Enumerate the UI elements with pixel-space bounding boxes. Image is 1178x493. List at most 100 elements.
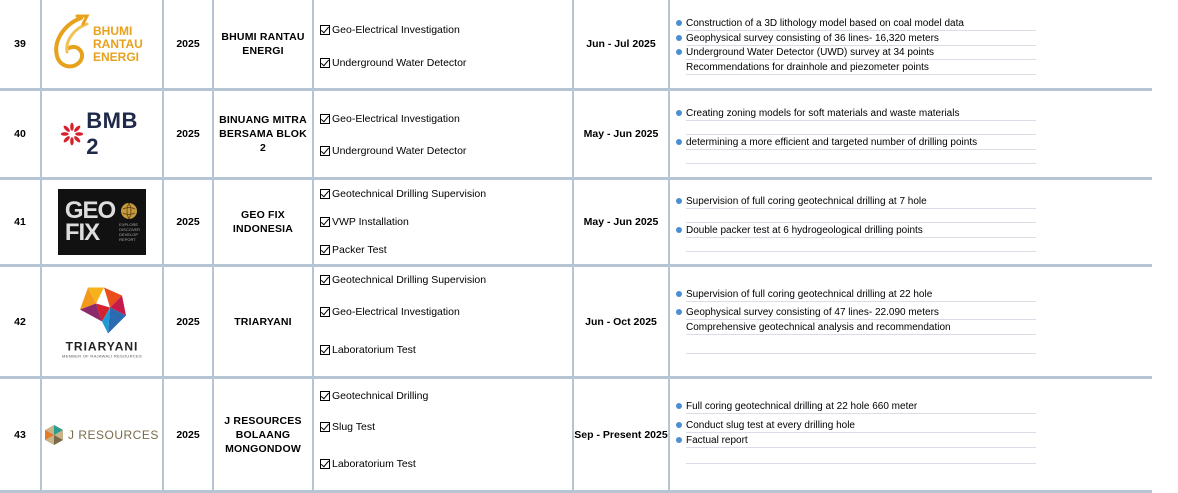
scope-label: VWP Installation: [332, 216, 409, 228]
scope-item: Laboratorium Test: [320, 456, 416, 472]
description-item: [686, 449, 1036, 464]
description-list: Supervision of full coring geotechnical …: [670, 180, 1152, 264]
checkbox-icon: [320, 459, 330, 469]
table-row: 39 BHUMI RANTAU ENERGI 2025 BHUMI RANTAU…: [0, 0, 1152, 91]
scope-item: Geo-Electrical Investigation: [320, 111, 460, 127]
scope-item: Slug Test: [320, 419, 375, 435]
checkbox-icon: [320, 307, 330, 317]
bullet-icon: [676, 20, 682, 26]
scope-item: Laboratorium Test: [320, 342, 416, 358]
table-row: 40 BMB 2 2025 BINUANG MITRA BERSAMA BLOK…: [0, 91, 1152, 180]
scope-label: Underground Water Detector: [332, 57, 467, 69]
bullet-icon: [676, 49, 682, 55]
description-list: Creating zoning models for soft material…: [670, 91, 1152, 177]
description-item: Construction of a 3D lithology model bas…: [676, 16, 1036, 31]
bullet-icon: [676, 198, 682, 204]
scope-item: Geo-Electrical Investigation: [320, 22, 460, 38]
bullet-icon: [676, 139, 682, 145]
checkbox-icon: [320, 146, 330, 156]
description-item: Factual report: [676, 433, 1036, 448]
description-item: [686, 120, 1036, 135]
checkbox-icon: [320, 245, 330, 255]
row-number: 40: [0, 91, 42, 177]
scope-list: Geotechnical Drilling Slug Test Laborato…: [314, 379, 574, 490]
description-item: Supervision of full coring geotechnical …: [676, 194, 1036, 209]
logo-text: FIX: [64, 219, 100, 246]
logo-text: RANTAU: [93, 36, 143, 51]
year: 2025: [164, 379, 214, 490]
scope-list: Geotechnical Drilling Supervision Geo-El…: [314, 267, 574, 376]
description-list: Full coring geotechnical drilling at 22 …: [670, 379, 1152, 490]
j-resources-hex-icon: [45, 424, 63, 445]
table-row: 42 TRIARYANI MEMBER OF RAJAWALI RESOURCE…: [0, 267, 1152, 379]
logo-text: J RESOURCES: [68, 427, 159, 442]
description-item: Underground Water Detector (UWD) survey …: [676, 45, 1036, 60]
year: 2025: [164, 0, 214, 88]
checkbox-icon: [320, 25, 330, 35]
scope-list: Geotechnical Drilling Supervision VWP In…: [314, 180, 574, 264]
scope-item: Underground Water Detector: [320, 143, 466, 159]
description-item: [686, 339, 1036, 354]
period: Jun - Jul 2025: [574, 0, 670, 88]
year: 2025: [164, 267, 214, 376]
scope-item: VWP Installation: [320, 214, 409, 230]
period: Jun - Oct 2025: [574, 267, 670, 376]
bullet-icon: [676, 422, 682, 428]
description-item: [686, 149, 1036, 164]
description-list: Construction of a 3D lithology model bas…: [670, 0, 1152, 88]
description-item: Creating zoning models for soft material…: [676, 106, 1036, 121]
checkbox-icon: [320, 345, 330, 355]
checkbox-icon: [320, 58, 330, 68]
description-item: Double packer test at 6 hydrogeological …: [676, 223, 1036, 238]
scope-label: Underground Water Detector: [332, 145, 467, 157]
bullet-icon: [676, 110, 682, 116]
bullet-icon: [676, 309, 682, 315]
bullet-icon: [676, 291, 682, 297]
scope-label: Geo-Electrical Investigation: [332, 24, 460, 36]
bullet-icon: [676, 403, 682, 409]
description-list: Supervision of full coring geotechnical …: [670, 267, 1152, 376]
description-item: Full coring geotechnical drilling at 22 …: [676, 399, 1036, 414]
row-number: 41: [0, 180, 42, 264]
description-item: Conduct slug test at every drilling hole: [676, 418, 1036, 433]
bullet-icon: [676, 227, 682, 233]
scope-label: Geotechnical Drilling: [332, 390, 429, 402]
row-number: 42: [0, 267, 42, 376]
description-item: [686, 237, 1036, 252]
scope-item: Underground Water Detector: [320, 55, 466, 71]
logo-text: ENERGI: [93, 49, 140, 64]
checkbox-icon: [320, 189, 330, 199]
description-item: determining a more efficient and targete…: [676, 135, 1036, 150]
checkbox-icon: [320, 275, 330, 285]
bhumi-swirl-icon: [54, 14, 90, 69]
logo-tagline: MEMBER OF RAJAWALI RESOURCES: [62, 353, 142, 358]
period: May - Jun 2025: [574, 180, 670, 264]
scope-label: Geotechnical Drilling Supervision: [332, 274, 487, 286]
year: 2025: [164, 180, 214, 264]
period: Sep - Present 2025: [574, 379, 670, 490]
logo-text: BMB 2: [86, 108, 138, 159]
scope-item: Geo-Electrical Investigation: [320, 304, 460, 320]
client-name: BINUANG MITRA BERSAMA BLOK 2: [214, 91, 314, 177]
globe-icon: [121, 202, 138, 220]
client-logo: BHUMI RANTAU ENERGI: [42, 0, 164, 88]
logo-text: BHUMI: [93, 23, 133, 38]
client-logo: GEO FIX EXPLORE DISCOVER DEVELOP REPORT: [42, 180, 164, 264]
scope-label: Geo-Electrical Investigation: [332, 113, 460, 125]
checkbox-icon: [320, 422, 330, 432]
year: 2025: [164, 91, 214, 177]
scope-label: Laboratorium Test: [332, 458, 416, 470]
scope-label: Packer Test: [332, 244, 387, 256]
description-item: Recommendations for drainhole and piezom…: [686, 60, 1036, 75]
checkbox-icon: [320, 114, 330, 124]
scope-item: Packer Test: [320, 242, 387, 258]
description-item: Comprehensive geotechnical analysis and …: [686, 320, 1036, 335]
period: May - Jun 2025: [574, 91, 670, 177]
scope-list: Geo-Electrical Investigation Underground…: [314, 91, 574, 177]
client-logo: BMB 2: [42, 91, 164, 177]
scope-label: Slug Test: [332, 421, 375, 433]
row-number: 43: [0, 379, 42, 490]
description-item: Geophysical survey consisting of 36 line…: [676, 31, 1036, 46]
row-number: 39: [0, 0, 42, 88]
scope-list: Geo-Electrical Investigation Underground…: [314, 0, 574, 88]
